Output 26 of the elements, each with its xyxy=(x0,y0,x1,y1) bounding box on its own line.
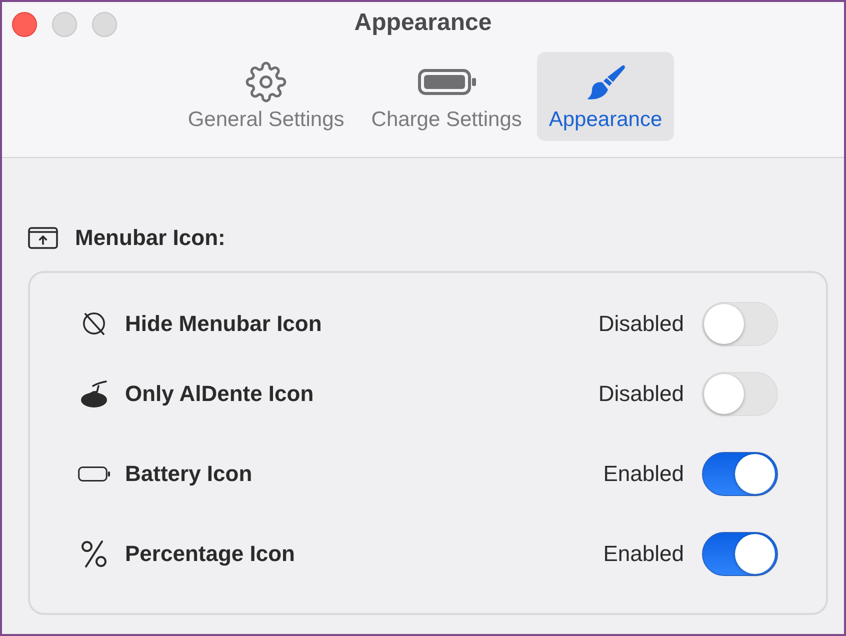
status-text: Enabled xyxy=(603,460,684,488)
menubar-upload-icon xyxy=(28,227,58,249)
tab[interactable]: Appearance xyxy=(536,52,674,141)
battery-icon xyxy=(78,465,110,483)
window-title: Appearance xyxy=(354,9,492,37)
close-button[interactable] xyxy=(12,12,37,37)
tab[interactable]: Charge Settings xyxy=(359,52,534,141)
minimize-button[interactable] xyxy=(52,12,77,37)
toggle-switch[interactable] xyxy=(702,452,778,496)
gear-icon xyxy=(244,60,288,104)
status-text: Disabled xyxy=(598,380,684,408)
section-heading: Menubar Icon: xyxy=(75,224,226,252)
setting-label: Battery Icon xyxy=(125,460,252,488)
setting-label: Hide Menubar Icon xyxy=(125,310,322,338)
percent-icon xyxy=(81,540,107,568)
paintbrush-icon xyxy=(586,63,626,101)
pot-icon xyxy=(80,380,108,408)
setting-label: Only AlDente Icon xyxy=(125,380,314,408)
crossed-circle-icon xyxy=(81,311,107,337)
battery-icon xyxy=(418,69,476,95)
setting-label: Percentage Icon xyxy=(125,540,295,568)
toggle-switch[interactable] xyxy=(702,532,778,576)
status-text: Enabled xyxy=(603,540,684,568)
zoom-button[interactable] xyxy=(92,12,117,37)
status-text: Disabled xyxy=(598,310,684,338)
tab[interactable]: General Settings xyxy=(176,52,356,141)
